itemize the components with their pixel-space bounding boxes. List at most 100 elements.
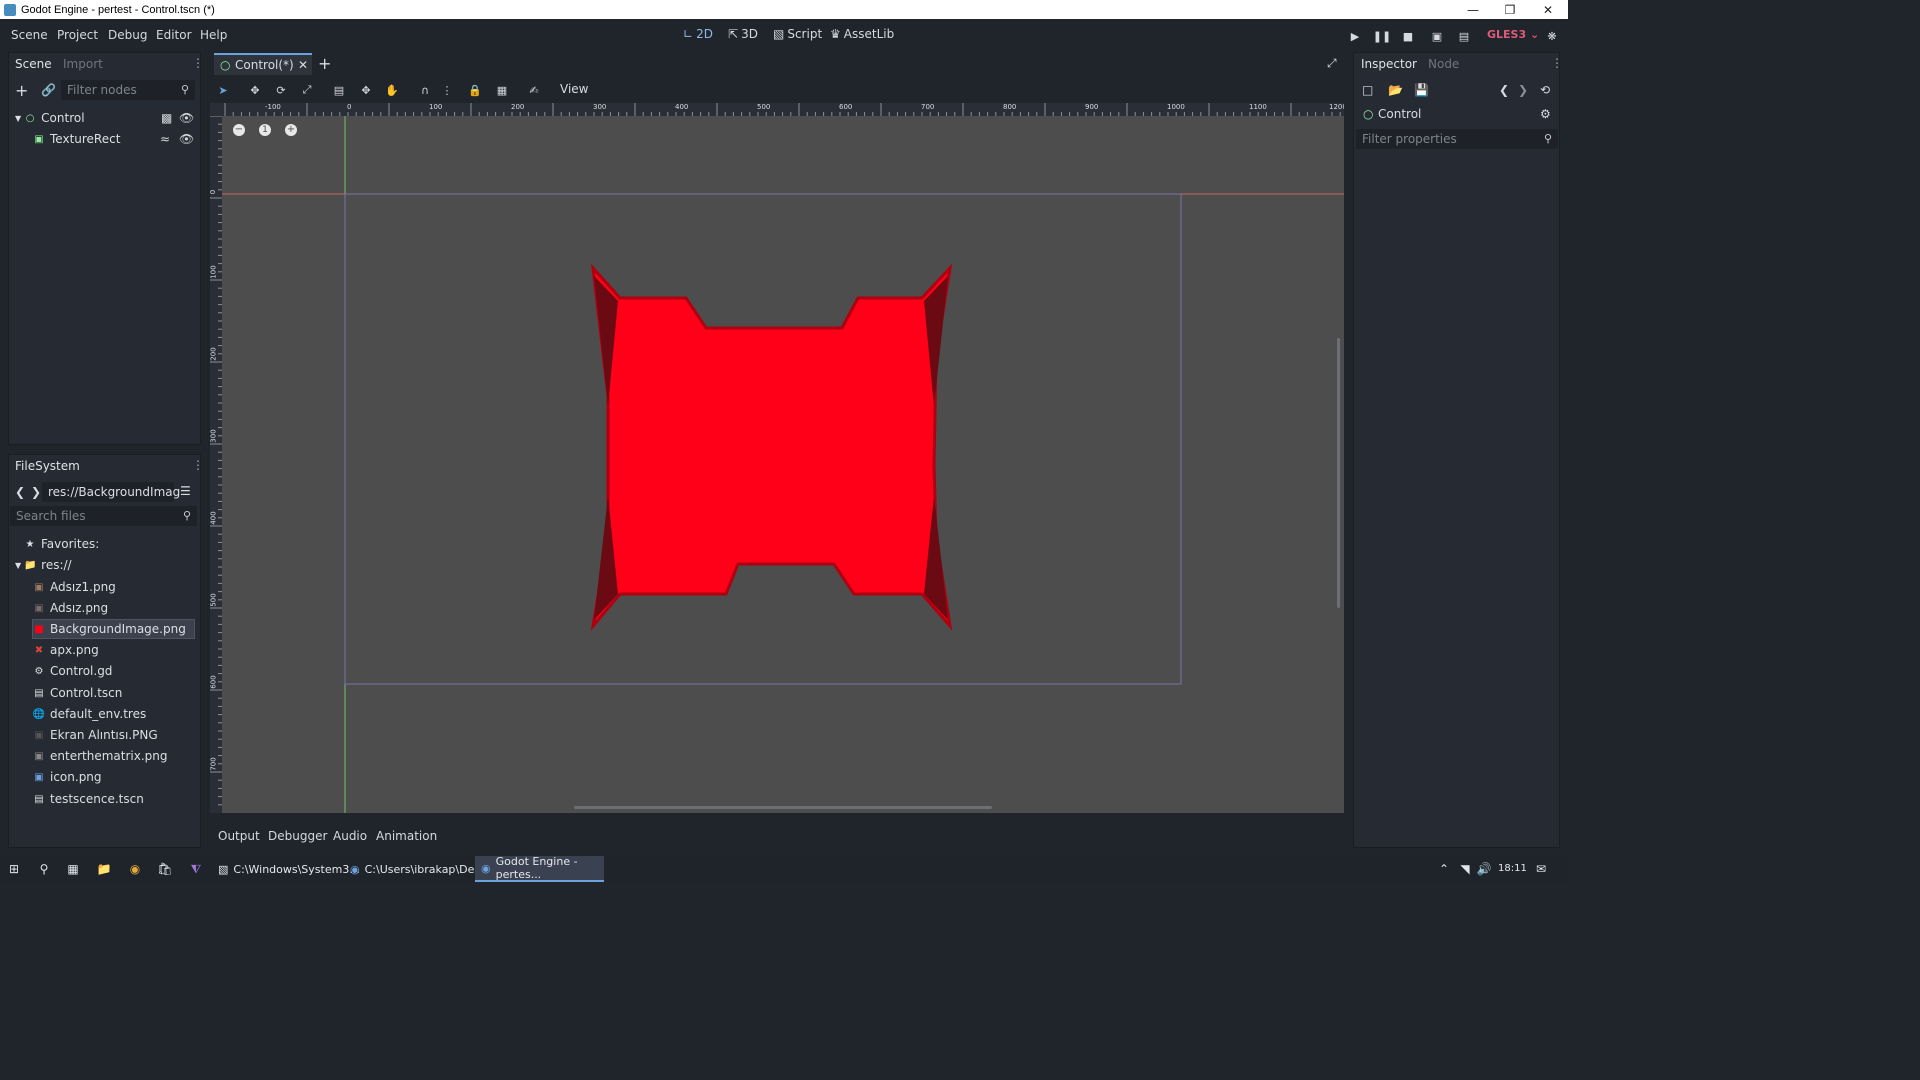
- lock-icon[interactable]: 🔒: [468, 83, 482, 97]
- pivot-tool-icon[interactable]: ✥: [359, 83, 373, 97]
- taskbar-app-godot[interactable]: ◉ Godot Engine - pertes...: [475, 855, 604, 882]
- tab-control-scene[interactable]: ○ Control(*) ✕: [214, 53, 312, 75]
- tab-scene[interactable]: Scene: [15, 57, 52, 71]
- chrome-icon[interactable]: ◉: [127, 861, 143, 877]
- filter-nodes-input[interactable]: Filter nodes ⚲: [61, 80, 195, 100]
- dock-menu-icon[interactable]: ⋮: [192, 458, 204, 472]
- restore-icon[interactable]: ❐: [1492, 0, 1528, 19]
- vertical-scrollbar[interactable]: [1337, 338, 1340, 608]
- file-item[interactable]: ▤ testscence.tscn: [33, 789, 144, 809]
- visibility-eye-icon[interactable]: 👁: [179, 111, 194, 125]
- network-icon[interactable]: ◥: [1457, 861, 1473, 877]
- play-scene-icon[interactable]: ▣: [1430, 29, 1444, 43]
- tab-import[interactable]: Import: [63, 57, 103, 71]
- filter-properties-input[interactable]: Filter properties ⚲: [1356, 129, 1558, 149]
- file-item-selected[interactable]: ■ BackgroundImage.png: [32, 619, 195, 639]
- snap-icon[interactable]: ∩: [418, 83, 432, 97]
- file-item[interactable]: ▣ Ekran Alıntısı.PNG: [33, 725, 157, 745]
- menu-editor[interactable]: Editor: [156, 28, 192, 42]
- tree-node-texturerect[interactable]: ▣ TextureRect ≈ 👁: [33, 129, 195, 149]
- visibility-eye-icon[interactable]: 👁: [179, 132, 194, 146]
- clock-time[interactable]: 18:11: [1498, 863, 1527, 874]
- select-tool-icon[interactable]: ➤: [216, 83, 230, 97]
- renderer-selector[interactable]: GLES3 ⌄: [1487, 28, 1539, 41]
- file-explorer-icon[interactable]: 📁: [96, 861, 112, 877]
- zoom-in-icon[interactable]: +: [285, 124, 297, 136]
- object-properties-icon[interactable]: ⚙: [1540, 107, 1551, 121]
- tab-audio[interactable]: Audio: [333, 829, 367, 843]
- file-item[interactable]: ▣ Adsız.png: [33, 598, 108, 618]
- history-icon[interactable]: ⟲: [1540, 83, 1550, 97]
- group-icon[interactable]: ▦: [495, 83, 509, 97]
- taskbar-app-cmd[interactable]: ▧ C:\Windows\System3...: [212, 856, 360, 882]
- taskbar-app-explorer[interactable]: ◉ C:\Users\ibrakap\Des...: [344, 856, 491, 882]
- rotate-tool-icon[interactable]: ⟳: [274, 83, 288, 97]
- view-menu[interactable]: View: [560, 82, 588, 96]
- horizontal-scrollbar[interactable]: [574, 806, 992, 809]
- pan-tool-icon[interactable]: ✋: [385, 83, 399, 97]
- stop-icon[interactable]: ■: [1401, 29, 1415, 43]
- search-icon[interactable]: ⚲: [36, 861, 52, 877]
- file-item[interactable]: ⚙ Control.gd: [33, 661, 113, 681]
- new-resource-icon[interactable]: □: [1362, 83, 1373, 97]
- back-icon[interactable]: ❮: [15, 485, 25, 499]
- file-item[interactable]: ▣ icon.png: [33, 767, 101, 787]
- split-view-icon[interactable]: ☰: [180, 484, 191, 498]
- file-item[interactable]: ▣ Adsız1.png: [33, 577, 116, 597]
- pause-icon[interactable]: ❚❚: [1373, 29, 1391, 43]
- mode-2d-button[interactable]: ∟ 2D: [683, 27, 713, 41]
- search-files-input[interactable]: Search files ⚲: [10, 506, 197, 526]
- tab-debugger[interactable]: Debugger: [268, 829, 327, 843]
- signal-icon[interactable]: ≈: [160, 132, 170, 146]
- distraction-free-icon[interactable]: ⤢: [1327, 56, 1337, 71]
- store-icon[interactable]: 🛍: [157, 861, 173, 877]
- history-forward-icon[interactable]: ❯: [1518, 83, 1528, 97]
- menu-scene[interactable]: Scene: [11, 28, 48, 42]
- move-tool-icon[interactable]: ✥: [248, 83, 262, 97]
- zoom-reset-icon[interactable]: 1: [259, 124, 271, 136]
- file-item[interactable]: ▤ Control.tscn: [33, 683, 122, 703]
- tab-animation[interactable]: Animation: [376, 829, 437, 843]
- tree-node-control[interactable]: ▼ ○ Control ▩ 👁: [15, 108, 195, 128]
- tab-node[interactable]: Node: [1428, 57, 1459, 71]
- file-item[interactable]: 🌐 default_env.tres: [33, 704, 146, 724]
- path-field[interactable]: res://BackgroundImag: [42, 482, 180, 502]
- tab-inspector[interactable]: Inspector: [1361, 57, 1417, 71]
- favorites-item[interactable]: ★ Favorites:: [24, 534, 100, 554]
- tray-chevron-up-icon[interactable]: ⌃: [1436, 861, 1452, 877]
- mode-assetlib-button[interactable]: ♛ AssetLib: [830, 27, 894, 41]
- 2d-viewport-canvas[interactable]: − 1 +: [222, 116, 1344, 813]
- file-item[interactable]: ✖ apx.png: [33, 640, 99, 660]
- open-folder-icon[interactable]: 📂: [1388, 83, 1403, 97]
- save-icon[interactable]: 💾: [1414, 83, 1429, 97]
- history-back-icon[interactable]: ❮: [1499, 83, 1509, 97]
- tab-output[interactable]: Output: [218, 829, 260, 843]
- zoom-out-icon[interactable]: −: [233, 124, 245, 136]
- chevron-down-icon[interactable]: ▼: [15, 561, 21, 570]
- volume-icon[interactable]: 🔊: [1476, 861, 1492, 877]
- close-window-icon[interactable]: ✕: [1530, 0, 1566, 19]
- file-item[interactable]: ▣ enterthematrix.png: [33, 746, 167, 766]
- script-attached-icon[interactable]: ▩: [161, 111, 172, 125]
- add-tab-icon[interactable]: +: [318, 54, 331, 73]
- skeleton-icon[interactable]: ✍: [527, 83, 541, 97]
- mode-script-button[interactable]: ▧ Script: [773, 27, 822, 41]
- minimize-icon[interactable]: —: [1455, 0, 1491, 19]
- menu-project[interactable]: Project: [57, 28, 98, 42]
- snap-options-icon[interactable]: ⋮: [440, 83, 454, 97]
- visual-studio-icon[interactable]: ⧨: [188, 861, 204, 877]
- scale-tool-icon[interactable]: ⤢: [300, 83, 314, 97]
- dock-menu-icon[interactable]: ⋮: [1551, 56, 1563, 70]
- list-select-icon[interactable]: ▤: [332, 83, 346, 97]
- task-view-icon[interactable]: ▦: [65, 861, 81, 877]
- menu-debug[interactable]: Debug: [108, 28, 147, 42]
- action-center-icon[interactable]: ✉: [1533, 861, 1549, 877]
- mode-3d-button[interactable]: ⇱ 3D: [728, 27, 758, 41]
- play-custom-scene-icon[interactable]: ▤: [1457, 29, 1471, 43]
- dock-menu-icon[interactable]: ⋮: [192, 56, 204, 70]
- tab-filesystem[interactable]: FileSystem: [15, 459, 80, 473]
- forward-icon[interactable]: ❯: [31, 485, 41, 499]
- windows-start-icon[interactable]: ⊞: [6, 861, 22, 877]
- menu-help[interactable]: Help: [200, 28, 227, 42]
- play-icon[interactable]: ▶: [1348, 29, 1362, 43]
